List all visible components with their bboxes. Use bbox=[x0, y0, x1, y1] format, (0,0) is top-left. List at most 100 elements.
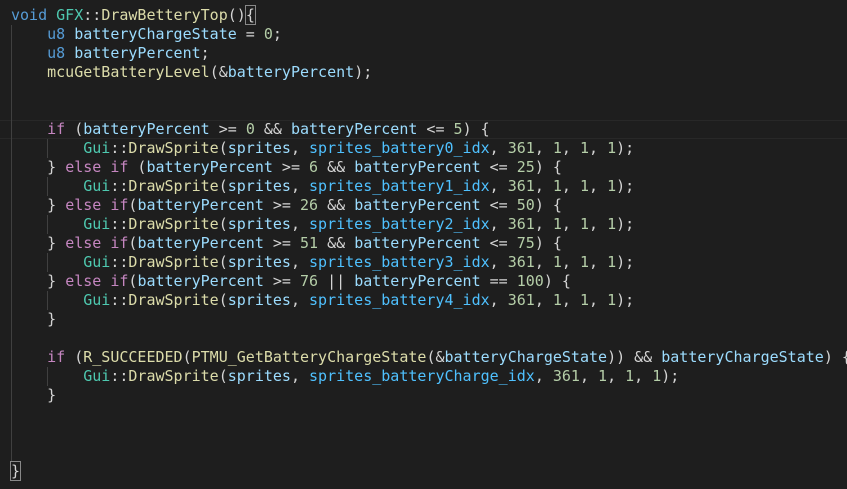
code-line[interactable]: if (R_SUCCEEDED(PTMU_GetBatteryChargeSta… bbox=[11, 348, 847, 367]
code-token: batteryPercent bbox=[227, 63, 355, 81]
code-token: 75 bbox=[516, 234, 535, 252]
code-token: batteryChargeState bbox=[444, 348, 608, 366]
code-line[interactable]: } bbox=[11, 386, 56, 405]
code-token: :: bbox=[110, 291, 129, 309]
code-line[interactable]: } else if(batteryPercent >= 76 || batter… bbox=[11, 272, 571, 291]
code-token: 76 bbox=[300, 272, 319, 290]
code-token: , bbox=[634, 367, 653, 385]
code-token: = bbox=[236, 25, 264, 43]
code-token: 26 bbox=[300, 196, 319, 214]
code-token: 361 bbox=[507, 215, 535, 233]
code-token: 361 bbox=[507, 139, 535, 157]
code-line[interactable]: } else if (batteryPercent >= 6 && batter… bbox=[11, 158, 562, 177]
code-token: ); bbox=[616, 177, 635, 195]
code-token: if bbox=[47, 348, 66, 366]
code-token: , bbox=[534, 291, 553, 309]
code-token: 5 bbox=[453, 120, 463, 138]
code-token: , bbox=[561, 177, 580, 195]
code-token: 1 bbox=[607, 139, 617, 157]
code-token: sprites bbox=[227, 177, 291, 195]
code-token: DrawBetteryTop bbox=[101, 6, 228, 24]
code-token: 0 bbox=[263, 25, 273, 43]
code-line[interactable]: } else if(batteryPercent >= 51 && batter… bbox=[11, 234, 562, 253]
code-line[interactable]: mcuGetBatteryLevel(&batteryPercent); bbox=[11, 63, 372, 82]
code-token: <= bbox=[480, 234, 517, 252]
code-token: , bbox=[290, 139, 310, 157]
code-token: ( bbox=[218, 253, 228, 271]
code-token: sprites_battery2_idx bbox=[309, 215, 490, 233]
code-line[interactable]: Gui::DrawSprite(sprites, sprites_battery… bbox=[11, 177, 634, 196]
code-token: 6 bbox=[309, 158, 319, 176]
code-token: batteryPercent bbox=[354, 234, 481, 252]
code-token: :: bbox=[83, 6, 102, 24]
code-token: == bbox=[480, 272, 517, 290]
code-token: 1 bbox=[607, 215, 617, 233]
code-token: DrawSprite bbox=[128, 291, 219, 309]
code-token: , bbox=[489, 177, 508, 195]
code-token: && bbox=[254, 120, 291, 138]
code-token: , bbox=[561, 139, 580, 157]
code-token: <= bbox=[480, 158, 517, 176]
code-token: sprites_battery4_idx bbox=[309, 291, 490, 309]
code-token: sprites bbox=[227, 215, 291, 233]
code-token: ( bbox=[182, 348, 192, 366]
code-token: Gui bbox=[83, 291, 111, 309]
code-token: , bbox=[290, 177, 310, 195]
code-token: } bbox=[11, 158, 66, 176]
code-token: u8 bbox=[47, 25, 75, 43]
code-token: sprites bbox=[227, 367, 291, 385]
code-token: && bbox=[318, 158, 355, 176]
code-token: batteryPercent bbox=[83, 120, 210, 138]
code-token: 1 bbox=[579, 291, 589, 309]
code-token: ; bbox=[272, 25, 282, 43]
code-line[interactable]: Gui::DrawSprite(sprites, sprites_battery… bbox=[11, 367, 679, 386]
code-line[interactable]: } bbox=[11, 310, 56, 329]
code-token: (& bbox=[209, 63, 228, 81]
code-line[interactable]: Gui::DrawSprite(sprites, sprites_battery… bbox=[11, 291, 634, 310]
code-token: void bbox=[11, 6, 57, 24]
code-line[interactable]: u8 batteryPercent; bbox=[11, 44, 210, 63]
code-line[interactable]: } else if(batteryPercent >= 26 && batter… bbox=[11, 196, 562, 215]
code-token: ( bbox=[65, 348, 84, 366]
code-line[interactable]: Gui::DrawSprite(sprites, sprites_battery… bbox=[11, 139, 634, 158]
code-token: ( bbox=[218, 291, 228, 309]
code-token: PTMU_GetBatteryChargeState bbox=[191, 348, 427, 366]
code-token: batteryPercent bbox=[137, 234, 264, 252]
bracket-match: { bbox=[244, 5, 256, 25]
code-token: (& bbox=[426, 348, 445, 366]
code-token: ; bbox=[200, 44, 210, 62]
code-line[interactable]: u8 batteryChargeState = 0; bbox=[11, 25, 282, 44]
code-token: sprites_battery3_idx bbox=[309, 253, 490, 271]
code-token: else if bbox=[65, 272, 129, 290]
code-token: sprites_battery1_idx bbox=[309, 177, 490, 195]
code-line[interactable]: } bbox=[9, 461, 22, 481]
code-token: } bbox=[11, 310, 57, 328]
code-token: , bbox=[534, 177, 553, 195]
code-token: ) { bbox=[823, 348, 847, 366]
code-token: )) && bbox=[607, 348, 662, 366]
code-token: sprites_battery0_idx bbox=[309, 139, 490, 157]
code-token: :: bbox=[110, 139, 129, 157]
code-token: 50 bbox=[516, 196, 535, 214]
code-line[interactable]: void GFX::DrawBetteryTop(){ bbox=[11, 5, 256, 25]
code-token: batteryPercent bbox=[354, 196, 481, 214]
code-line[interactable]: Gui::DrawSprite(sprites, sprites_battery… bbox=[11, 253, 634, 272]
code-token: 1 bbox=[652, 367, 662, 385]
code-line[interactable]: if (batteryPercent >= 0 && batteryPercen… bbox=[11, 120, 490, 139]
code-token: , bbox=[534, 253, 553, 271]
code-token: 361 bbox=[552, 367, 580, 385]
code-token: , bbox=[489, 215, 508, 233]
code-token: :: bbox=[110, 253, 129, 271]
code-editor[interactable]: void GFX::DrawBetteryTop(){ u8 batteryCh… bbox=[0, 0, 847, 489]
code-token: ); bbox=[616, 253, 635, 271]
code-token: 1 bbox=[552, 177, 562, 195]
code-token: 1 bbox=[598, 367, 608, 385]
code-token: >= bbox=[263, 234, 300, 252]
code-line[interactable]: Gui::DrawSprite(sprites, sprites_battery… bbox=[11, 215, 634, 234]
code-token: batteryPercent bbox=[354, 272, 481, 290]
code-token: batteryPercent bbox=[74, 44, 201, 62]
